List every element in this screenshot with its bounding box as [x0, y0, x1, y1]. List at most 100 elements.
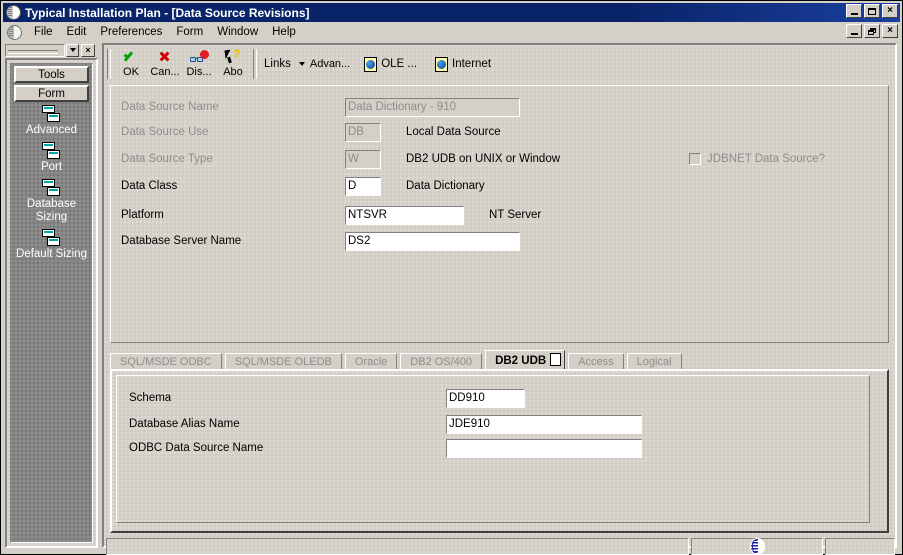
platform-description: NT Server	[489, 209, 542, 221]
glasses-icon	[187, 49, 211, 65]
database-server-name-label: Database Server Name	[121, 235, 242, 247]
mdi-restore-button[interactable]	[864, 24, 880, 38]
form-panel: Data Source Name Data Dictionary - 910 D…	[110, 85, 889, 343]
mdi-close-button[interactable]: ×	[882, 24, 898, 38]
toolbar-divider	[253, 49, 257, 79]
sidebar: Tools Form Advanced Port Database Sizing…	[5, 58, 98, 548]
schema-input[interactable]: DD910	[446, 388, 525, 408]
sidebar-item-database-sizing[interactable]: Database Sizing	[11, 179, 92, 224]
link-ole[interactable]: OLE ...	[364, 56, 417, 72]
tab-panel-inner: Schema DD910 Database Alias Name JDE910 …	[116, 375, 870, 523]
sidebar-item-label: Advanced	[25, 124, 78, 136]
field-row-platform: Platform NTSVR NT Server	[121, 205, 541, 225]
display-button-label: Dis...	[186, 66, 212, 78]
window-title: Typical Installation Plan - [Data Source…	[25, 5, 310, 20]
globe-icon	[749, 538, 765, 555]
menu-item-edit[interactable]: Edit	[60, 25, 94, 39]
sidebar-item-label: Port	[40, 161, 63, 173]
database-alias-name-input[interactable]: JDE910	[446, 414, 642, 434]
about-button-label: Abo	[223, 66, 243, 78]
data-source-name-label: Data Source Name	[121, 101, 219, 113]
app-globe-icon	[6, 5, 21, 20]
pages-icon	[41, 179, 63, 197]
tab-strip: SQL/MSDE ODBC SQL/MSDE OLEDB Oracle DB2 …	[110, 350, 889, 370]
field-row-data-source-type: Data Source Type W DB2 UDB on UNIX or Wi…	[121, 149, 560, 169]
toolbar-divider	[107, 49, 111, 79]
menu-item-file[interactable]: File	[27, 25, 60, 39]
maximize-button[interactable]	[864, 4, 880, 18]
display-button[interactable]: Dis...	[182, 47, 216, 81]
about-button[interactable]: ? Abo	[216, 47, 250, 81]
inner-area: × Tools Form Advanced Port Database Sizi…	[3, 42, 900, 555]
sidebar-item-label: Default Sizing	[16, 248, 87, 260]
field-row-data-source-use: Data Source Use DB Local Data Source	[121, 122, 501, 142]
pages-icon	[41, 105, 63, 123]
sidebar-combo-bar: ×	[5, 43, 98, 57]
close-button[interactable]: ×	[882, 4, 898, 18]
database-server-name-input[interactable]: DS2	[345, 231, 520, 251]
sidebar-item-list: Advanced Port Database Sizing Default Si…	[11, 102, 92, 261]
field-row-data-class: Data Class D Data Dictionary	[121, 176, 485, 196]
sidebar-item-port[interactable]: Port	[11, 142, 92, 174]
arrow-question-icon: ?	[221, 48, 245, 65]
menu-item-window[interactable]: Window	[210, 25, 265, 39]
odbc-data-source-name-input[interactable]	[446, 438, 642, 458]
ok-button[interactable]: OK	[114, 47, 148, 81]
data-source-type-input: W	[345, 149, 381, 169]
links-label: Links	[264, 58, 291, 70]
platform-input[interactable]: NTSVR	[345, 205, 464, 225]
tab-sql-msde-oledb[interactable]: SQL/MSDE OLEDB	[224, 353, 342, 370]
application-window: Typical Installation Plan - [Data Source…	[0, 0, 903, 555]
jdbnet-checkbox-row[interactable]: JDBNET Data Source?	[689, 149, 825, 169]
sidebar-tab-tools[interactable]: Tools	[14, 66, 89, 83]
green-check-icon	[119, 49, 143, 65]
title-bar: Typical Installation Plan - [Data Source…	[3, 3, 900, 22]
sidebar-combo-input[interactable]	[5, 43, 65, 57]
platform-label: Platform	[121, 209, 164, 221]
link-advanced[interactable]: Advan...	[298, 58, 351, 70]
field-row-database-server-name: Database Server Name DS2	[121, 231, 520, 251]
mdi-minimize-button[interactable]	[846, 24, 862, 38]
sidebar-tab-form[interactable]: Form	[14, 85, 89, 102]
tab-db2-udb[interactable]: DB2 UDB	[485, 350, 566, 370]
status-cell-middle	[691, 538, 823, 555]
sidebar-item-advanced[interactable]: Advanced	[11, 105, 92, 137]
tab-db2-os400[interactable]: DB2 OS/400	[400, 353, 483, 370]
data-source-use-label: Data Source Use	[121, 126, 209, 138]
data-class-input[interactable]: D	[345, 176, 381, 196]
sidebar-inner: Tools Form Advanced Port Database Sizing…	[10, 63, 93, 543]
toolbar: OK Can... Dis... ? Abo Links Advan... OL…	[104, 45, 895, 83]
data-class-description: Data Dictionary	[406, 180, 485, 192]
tab-logical[interactable]: Logical	[626, 353, 682, 370]
tab-panel: Schema DD910 Database Alias Name JDE910 …	[110, 369, 889, 533]
menu-bar: File Edit Preferences Form Window Help ×	[3, 23, 900, 41]
tab-sql-msde-odbc[interactable]: SQL/MSDE ODBC	[110, 353, 222, 370]
data-source-use-input: DB	[345, 122, 381, 142]
tab-access[interactable]: Access	[568, 353, 624, 370]
minimize-button[interactable]	[846, 4, 862, 18]
tab-corner-icon	[550, 353, 562, 366]
field-row-data-source-name: Data Source Name Data Dictionary - 910	[121, 97, 520, 117]
window-controls: ×	[846, 4, 898, 18]
status-cell-right	[825, 538, 895, 555]
status-bar	[106, 538, 895, 555]
links-group: Links Advan... OLE ... Internet	[260, 47, 509, 81]
menu-item-preferences[interactable]: Preferences	[93, 25, 169, 39]
left-panel: × Tools Form Advanced Port Database Sizi…	[5, 43, 98, 548]
chevron-down-icon[interactable]	[66, 43, 79, 57]
field-row-odbc-data-source-name: ODBC Data Source Name	[129, 438, 642, 458]
cancel-button[interactable]: Can...	[148, 47, 182, 81]
menu-item-form[interactable]: Form	[169, 25, 210, 39]
link-internet[interactable]: Internet	[435, 56, 491, 72]
tab-oracle[interactable]: Oracle	[344, 353, 398, 370]
sidebar-item-label: Database Sizing	[26, 198, 77, 223]
link-advanced-label: Advan...	[309, 58, 351, 70]
sidebar-close-button[interactable]: ×	[81, 43, 95, 57]
client-area: OK Can... Dis... ? Abo Links Advan... OL…	[102, 43, 897, 555]
mdi-globe-icon	[7, 24, 22, 40]
menu-item-help[interactable]: Help	[265, 25, 303, 39]
database-alias-name-label: Database Alias Name	[129, 418, 240, 430]
jdbnet-checkbox[interactable]	[689, 153, 701, 165]
status-cell-left	[106, 538, 689, 555]
sidebar-item-default-sizing[interactable]: Default Sizing	[11, 229, 92, 261]
